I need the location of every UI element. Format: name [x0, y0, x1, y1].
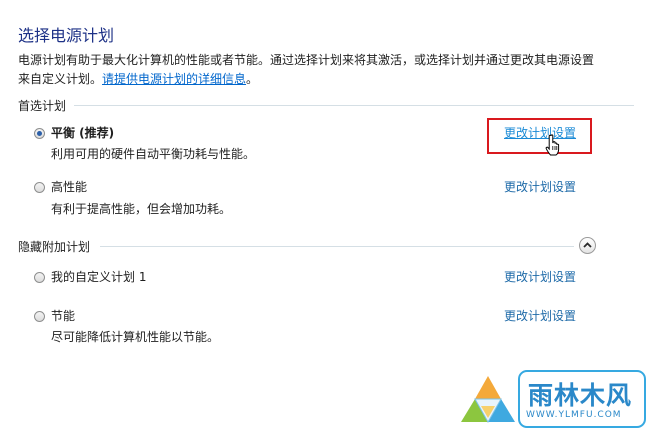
- preferred-plans-divider: [74, 105, 634, 106]
- watermark: 雨林木风 WWW.YLMFU.COM: [455, 368, 652, 435]
- power-options-page: 选择电源计划 电源计划有助于最大化计算机的性能或者节能。通过选择计划来将其激活，…: [0, 0, 652, 435]
- plan-high-performance-change-settings-link[interactable]: 更改计划设置: [504, 178, 576, 195]
- plan-details-link[interactable]: 请提供电源计划的详细信息: [102, 72, 246, 86]
- description-line-2: 来自定义计划。请提供电源计划的详细信息。: [18, 70, 628, 89]
- page-description: 电源计划有助于最大化计算机的性能或者节能。通过选择计划来将其激活，或选择计划并通…: [18, 51, 628, 89]
- plan-power-saver-radio[interactable]: [34, 311, 45, 322]
- plan-balanced-radio[interactable]: [34, 128, 45, 139]
- description-suffix: 。: [246, 72, 259, 86]
- collapse-hidden-plans-button[interactable]: [579, 237, 596, 254]
- preferred-plans-divider-wrap: [0, 97, 652, 113]
- ylmf-logo-icon: [461, 376, 515, 424]
- plan-power-saver-name[interactable]: 节能: [51, 307, 75, 324]
- plan-balanced-description: 利用可用的硬件自动平衡功耗与性能。: [51, 147, 256, 161]
- page-title: 选择电源计划: [18, 26, 115, 45]
- chevron-up-icon: [583, 242, 592, 248]
- hidden-plans-divider-wrap: [0, 238, 652, 254]
- watermark-text: 雨林木风: [528, 381, 633, 410]
- plan-balanced-name[interactable]: 平衡 (推荐): [51, 124, 114, 141]
- plan-balanced-change-settings-link[interactable]: 更改计划设置: [504, 124, 576, 141]
- plan-power-saver-description: 尽可能降低计算机性能以节能。: [51, 330, 220, 344]
- plan-high-performance-radio[interactable]: [34, 182, 45, 193]
- plan-high-performance-name[interactable]: 高性能: [51, 178, 87, 195]
- plan-high-performance-description: 有利于提高性能，但会增加功耗。: [51, 202, 232, 216]
- hidden-plans-divider: [100, 246, 574, 247]
- description-prefix: 来自定义计划。: [18, 72, 103, 86]
- watermark-badge: 雨林木风 WWW.YLMFU.COM: [518, 370, 646, 428]
- plan-custom-radio[interactable]: [34, 272, 45, 283]
- plan-custom-change-settings-link[interactable]: 更改计划设置: [504, 268, 576, 285]
- plan-power-saver-change-settings-link[interactable]: 更改计划设置: [504, 307, 576, 324]
- description-line-1: 电源计划有助于最大化计算机的性能或者节能。通过选择计划来将其激活，或选择计划并通…: [18, 53, 595, 67]
- watermark-url: WWW.YLMFU.COM: [526, 410, 622, 420]
- hand-cursor-icon: [545, 134, 560, 156]
- plan-custom-name[interactable]: 我的自定义计划 1: [51, 268, 146, 285]
